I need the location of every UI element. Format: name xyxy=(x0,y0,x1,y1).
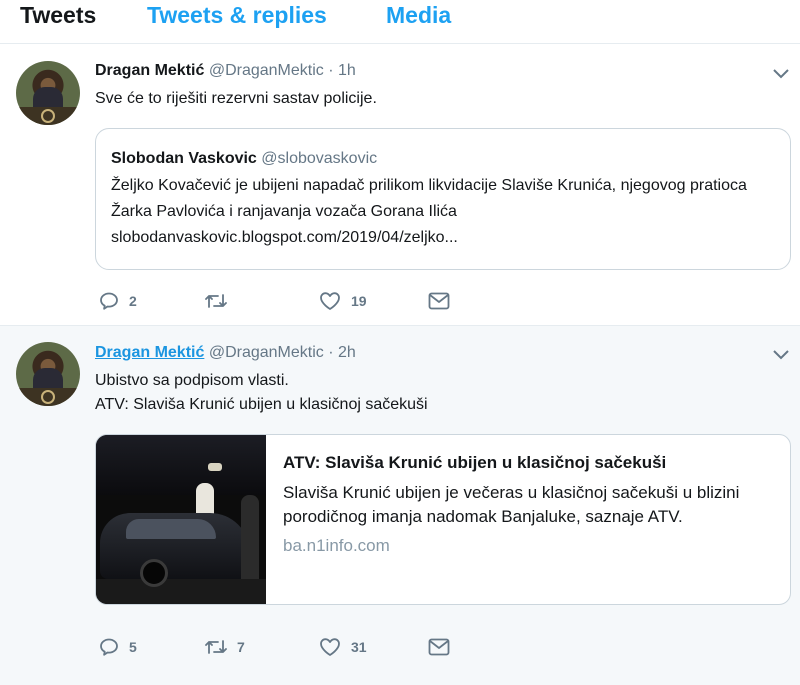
profile-tabs: Tweets Tweets & replies Media xyxy=(0,0,800,44)
link-card-description: Slaviša Krunić ubijen je večeras u klasi… xyxy=(283,483,740,526)
tweet-text-line: Ubistvo sa podpisom vlasti. xyxy=(95,372,289,389)
author-name[interactable]: Dragan Mektić xyxy=(95,344,204,361)
tweet-header: Dragan Mektić @DraganMektic · 1h xyxy=(95,62,356,80)
like-icon xyxy=(320,292,340,310)
reply-count: 5 xyxy=(129,639,137,655)
link-card-title: ATV: Slaviša Krunić ubijen u klasičnoj s… xyxy=(283,453,667,472)
link-card-image xyxy=(96,435,266,604)
tab-tweets[interactable]: Tweets xyxy=(20,2,96,29)
author-handle[interactable]: @DraganMektic xyxy=(209,62,324,79)
tweet[interactable]: Dragan Mektić @DraganMektic · 1h Sve će … xyxy=(0,45,800,326)
tweet-timestamp[interactable]: 2h xyxy=(338,344,356,361)
tweet[interactable]: Dragan Mektić @DraganMektic · 2h Ubistvo… xyxy=(0,326,800,685)
link-card-domain: ba.n1info.com xyxy=(283,536,390,555)
reply-button[interactable]: 2 xyxy=(99,289,137,313)
reply-icon xyxy=(100,638,118,656)
message-button[interactable] xyxy=(428,635,450,659)
like-button[interactable]: 31 xyxy=(319,635,367,659)
link-card[interactable]: ATV: Slaviša Krunić ubijen u klasičnoj s… xyxy=(95,434,791,605)
retweet-icon xyxy=(205,294,227,308)
like-button[interactable]: 19 xyxy=(319,289,367,313)
tab-media[interactable]: Media xyxy=(386,2,451,29)
avatar[interactable] xyxy=(16,61,80,125)
quoted-tweet[interactable]: Slobodan Vaskovic @slobovaskovic Željko … xyxy=(95,128,791,270)
reply-button[interactable]: 5 xyxy=(99,635,137,659)
chevron-down-icon[interactable] xyxy=(772,348,790,362)
retweet-button[interactable] xyxy=(205,289,237,313)
tweet-actions: 5 7 31 xyxy=(95,635,495,659)
tweet-text: Ubistvo sa podpisom vlasti. ATV: Slaviša… xyxy=(95,369,428,417)
tweet-text: Sve će to riješiti rezervni sastav polic… xyxy=(95,90,377,107)
message-button[interactable] xyxy=(428,289,450,313)
like-count: 31 xyxy=(351,639,367,655)
retweet-icon xyxy=(205,640,227,654)
tweet-actions: 2 19 xyxy=(95,289,495,313)
like-count: 19 xyxy=(351,293,367,309)
link-card-body: ATV: Slaviša Krunić ubijen u klasičnoj s… xyxy=(283,453,783,556)
like-icon xyxy=(320,638,340,656)
quoted-tweet-text: Željko Kovačević je ubijeni napadač pril… xyxy=(111,177,747,246)
separator-dot: · xyxy=(328,62,334,79)
chevron-down-icon[interactable] xyxy=(772,67,790,81)
retweet-button[interactable]: 7 xyxy=(205,635,245,659)
tweet-text-line: ATV: Slaviša Krunić ubijen u klasičnoj s… xyxy=(95,396,428,413)
quoted-author-name: Slobodan Vaskovic xyxy=(111,150,257,167)
author-handle[interactable]: @DraganMektic xyxy=(209,344,324,361)
message-icon xyxy=(428,638,450,656)
author-name[interactable]: Dragan Mektić xyxy=(95,62,204,79)
quoted-author-handle: @slobovaskovic xyxy=(261,150,378,167)
reply-icon xyxy=(100,292,118,310)
message-icon xyxy=(428,292,450,310)
tweet-header: Dragan Mektić @DraganMektic · 2h xyxy=(95,344,356,362)
reply-count: 2 xyxy=(129,293,137,309)
retweet-count: 7 xyxy=(237,639,245,655)
tweet-timestamp[interactable]: 1h xyxy=(338,62,356,79)
tab-tweets-and-replies[interactable]: Tweets & replies xyxy=(147,2,327,29)
separator-dot: · xyxy=(328,344,334,361)
quoted-tweet-header: Slobodan Vaskovic @slobovaskovic xyxy=(111,150,377,168)
avatar[interactable] xyxy=(16,342,80,406)
